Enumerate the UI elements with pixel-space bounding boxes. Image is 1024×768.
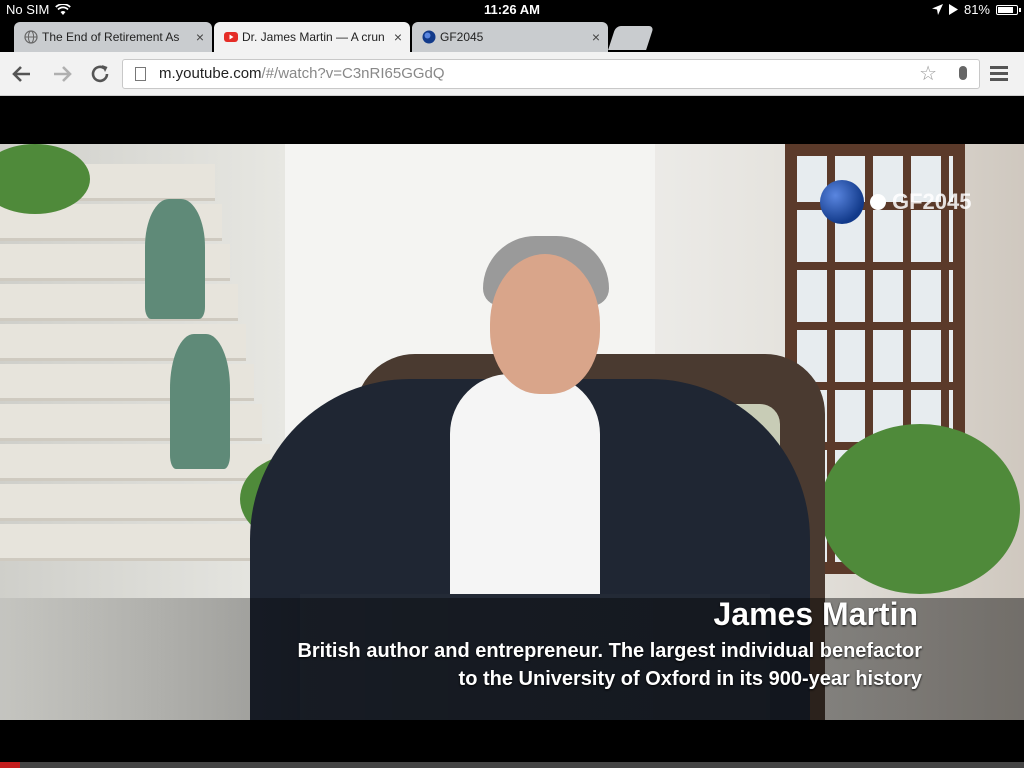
- page-icon: [135, 67, 146, 81]
- menu-line: [990, 72, 1008, 75]
- location-icon: [931, 4, 943, 15]
- address-path: /#/watch?v=C3nRI65GGdQ: [261, 65, 445, 82]
- battery-fill: [998, 6, 1013, 13]
- tab-close-button[interactable]: ×: [196, 22, 204, 52]
- menu-line: [990, 66, 1008, 69]
- person-head: [490, 254, 600, 394]
- forward-arrow-icon[interactable]: [50, 62, 74, 86]
- tab-end-of-retirement[interactable]: The End of Retirement As ×: [14, 22, 212, 52]
- caption-line-2: to the University of Oxford in its 900-y…: [458, 668, 922, 690]
- gf2045-logo-text: GF2045: [892, 189, 972, 214]
- battery-percent: 81%: [963, 2, 990, 17]
- tab-close-button[interactable]: ×: [592, 22, 600, 52]
- microphone-icon[interactable]: [959, 66, 967, 80]
- play-icon: [948, 4, 958, 15]
- caption-name: James Martin: [713, 596, 918, 632]
- tab-strip: The End of Retirement As × Dr. James Mar…: [0, 20, 1024, 52]
- status-time: 11:26 AM: [484, 2, 540, 17]
- back-arrow-icon[interactable]: [10, 62, 34, 86]
- gf2045-logo: GF2045: [820, 180, 972, 224]
- gf2045-icon: [422, 30, 436, 44]
- menu-button[interactable]: [990, 66, 1008, 82]
- tab-title: Dr. James Martin — A crun: [242, 30, 385, 44]
- tab-title: GF2045: [440, 30, 484, 44]
- tab-close-button[interactable]: ×: [394, 22, 402, 52]
- tab-gf2045[interactable]: GF2045 ×: [412, 22, 608, 52]
- video-progress-bar[interactable]: [0, 762, 1024, 768]
- lion-statue: [170, 334, 230, 469]
- gf2045-orb-icon: [820, 180, 864, 224]
- address-bar[interactable]: m.youtube.com/#/watch?v=C3nRI65GGdQ ☆: [122, 59, 980, 89]
- video-progress-fill: [0, 762, 21, 768]
- video-player[interactable]: GF2045 James Martin British author and e…: [0, 144, 1024, 720]
- tab-james-martin[interactable]: Dr. James Martin — A crun ×: [214, 22, 410, 52]
- bookmark-star-icon[interactable]: ☆: [919, 60, 937, 88]
- caption-line-1: British author and entrepreneur. The lar…: [297, 640, 922, 662]
- lion-statue: [145, 199, 205, 319]
- address-host: m.youtube.com: [159, 65, 262, 82]
- browser-toolbar: m.youtube.com/#/watch?v=C3nRI65GGdQ ☆: [0, 52, 1024, 96]
- youtube-icon: [224, 32, 238, 42]
- globe-icon: [24, 30, 38, 44]
- status-bar: No SIM 11:26 AM 81%: [0, 0, 1024, 20]
- gf2045-dot-icon: [870, 194, 886, 210]
- battery-icon: [996, 4, 1021, 15]
- new-tab-button[interactable]: [608, 26, 654, 50]
- reload-icon[interactable]: [88, 62, 112, 86]
- tab-title: The End of Retirement As: [42, 30, 180, 44]
- menu-line: [990, 78, 1008, 81]
- bonsai-plant: [820, 424, 1020, 594]
